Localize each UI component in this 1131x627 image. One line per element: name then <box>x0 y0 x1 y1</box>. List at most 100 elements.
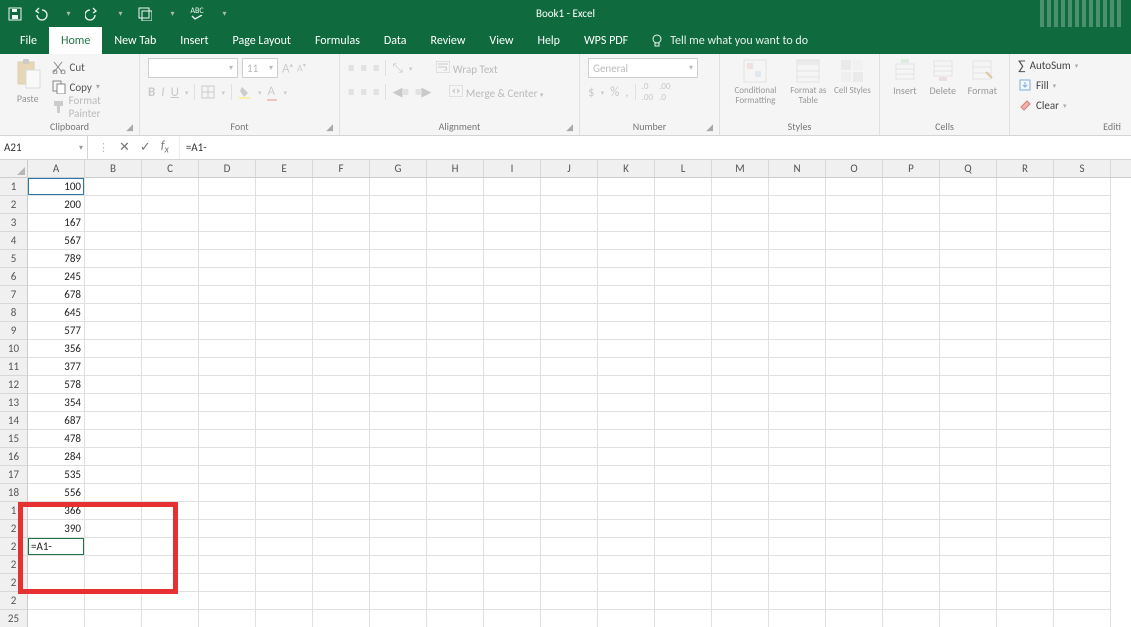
cell[interactable] <box>1054 286 1111 304</box>
cell[interactable] <box>1054 358 1111 376</box>
cell[interactable]: 789 <box>28 250 85 268</box>
cell[interactable] <box>598 412 655 430</box>
cell[interactable]: 478 <box>28 430 85 448</box>
column-header[interactable]: A <box>28 160 85 177</box>
cell[interactable] <box>142 448 199 466</box>
cell[interactable] <box>598 178 655 196</box>
cell[interactable] <box>313 340 370 358</box>
cell[interactable] <box>199 538 256 556</box>
cell[interactable] <box>1054 196 1111 214</box>
cell[interactable] <box>541 484 598 502</box>
cell[interactable] <box>85 376 142 394</box>
cell[interactable] <box>598 376 655 394</box>
cell[interactable] <box>85 412 142 430</box>
conditional-formatting-button[interactable]: Conditional Formatting <box>728 58 783 106</box>
cell[interactable] <box>883 502 940 520</box>
cell[interactable] <box>256 592 313 610</box>
cell[interactable] <box>769 466 826 484</box>
cell[interactable] <box>883 448 940 466</box>
cell[interactable] <box>85 502 142 520</box>
cell[interactable] <box>1054 466 1111 484</box>
cell[interactable] <box>256 286 313 304</box>
cell[interactable] <box>199 250 256 268</box>
cell[interactable] <box>142 268 199 286</box>
cell[interactable] <box>883 322 940 340</box>
cell[interactable] <box>712 358 769 376</box>
cell[interactable] <box>712 376 769 394</box>
cell[interactable] <box>769 358 826 376</box>
cell[interactable] <box>598 430 655 448</box>
cell[interactable] <box>940 304 997 322</box>
cell[interactable] <box>484 448 541 466</box>
cell[interactable] <box>940 610 997 627</box>
cell[interactable] <box>769 286 826 304</box>
cell[interactable] <box>1054 376 1111 394</box>
increase-indent-icon[interactable]: ≡▶ <box>415 85 431 100</box>
cell[interactable] <box>826 538 883 556</box>
cell[interactable] <box>142 610 199 627</box>
cell[interactable] <box>769 448 826 466</box>
cut-button[interactable]: Cut <box>52 58 131 76</box>
cell[interactable] <box>655 520 712 538</box>
column-header[interactable]: O <box>826 160 883 177</box>
cell[interactable] <box>370 394 427 412</box>
cell[interactable] <box>199 430 256 448</box>
cell[interactable] <box>712 466 769 484</box>
cell[interactable] <box>427 466 484 484</box>
cell[interactable] <box>712 394 769 412</box>
cell[interactable] <box>1054 340 1111 358</box>
cell[interactable]: 678 <box>28 286 85 304</box>
cell[interactable] <box>826 340 883 358</box>
cell[interactable] <box>883 412 940 430</box>
tab-review[interactable]: Review <box>419 27 478 54</box>
italic-button[interactable]: I <box>161 85 164 100</box>
cell[interactable] <box>370 502 427 520</box>
cell[interactable]: 356 <box>28 340 85 358</box>
cell[interactable] <box>142 412 199 430</box>
cell[interactable] <box>313 232 370 250</box>
qat-customize-icon[interactable] <box>214 5 232 23</box>
cell[interactable]: 567 <box>28 232 85 250</box>
cell[interactable] <box>199 340 256 358</box>
cell[interactable] <box>541 214 598 232</box>
cell[interactable] <box>142 232 199 250</box>
cell[interactable] <box>883 394 940 412</box>
cell[interactable] <box>484 430 541 448</box>
cell[interactable] <box>427 520 484 538</box>
tab-pagelayout[interactable]: Page Layout <box>221 27 303 54</box>
cell[interactable] <box>142 214 199 232</box>
cell[interactable] <box>769 484 826 502</box>
align-middle-icon[interactable]: ≡ <box>360 61 366 76</box>
cell[interactable] <box>85 538 142 556</box>
cell[interactable] <box>541 412 598 430</box>
cell[interactable] <box>256 376 313 394</box>
cell[interactable] <box>1054 484 1111 502</box>
cell[interactable] <box>883 214 940 232</box>
cell[interactable] <box>997 610 1054 627</box>
accounting-format-icon[interactable]: $ <box>588 85 595 100</box>
cell[interactable] <box>769 574 826 592</box>
row-header[interactable]: 15 <box>0 430 27 448</box>
cell[interactable] <box>142 592 199 610</box>
cell[interactable] <box>598 556 655 574</box>
cell[interactable] <box>940 250 997 268</box>
increase-decimal-icon[interactable]: .0.00 <box>642 81 653 103</box>
cell[interactable] <box>142 430 199 448</box>
name-box[interactable]: A21▾ <box>0 136 88 159</box>
cell[interactable] <box>826 304 883 322</box>
decrease-decimal-icon[interactable]: .00.0 <box>659 81 670 103</box>
cell[interactable] <box>769 250 826 268</box>
cell[interactable] <box>712 592 769 610</box>
cell[interactable] <box>85 484 142 502</box>
cell[interactable] <box>28 574 85 592</box>
cell[interactable] <box>712 340 769 358</box>
cell[interactable] <box>940 214 997 232</box>
cell[interactable] <box>769 196 826 214</box>
borders-button[interactable] <box>201 85 215 99</box>
cell[interactable] <box>28 556 85 574</box>
cell[interactable] <box>826 610 883 627</box>
cell[interactable] <box>1054 304 1111 322</box>
cell[interactable] <box>256 466 313 484</box>
cell[interactable] <box>1054 412 1111 430</box>
cell[interactable] <box>370 268 427 286</box>
